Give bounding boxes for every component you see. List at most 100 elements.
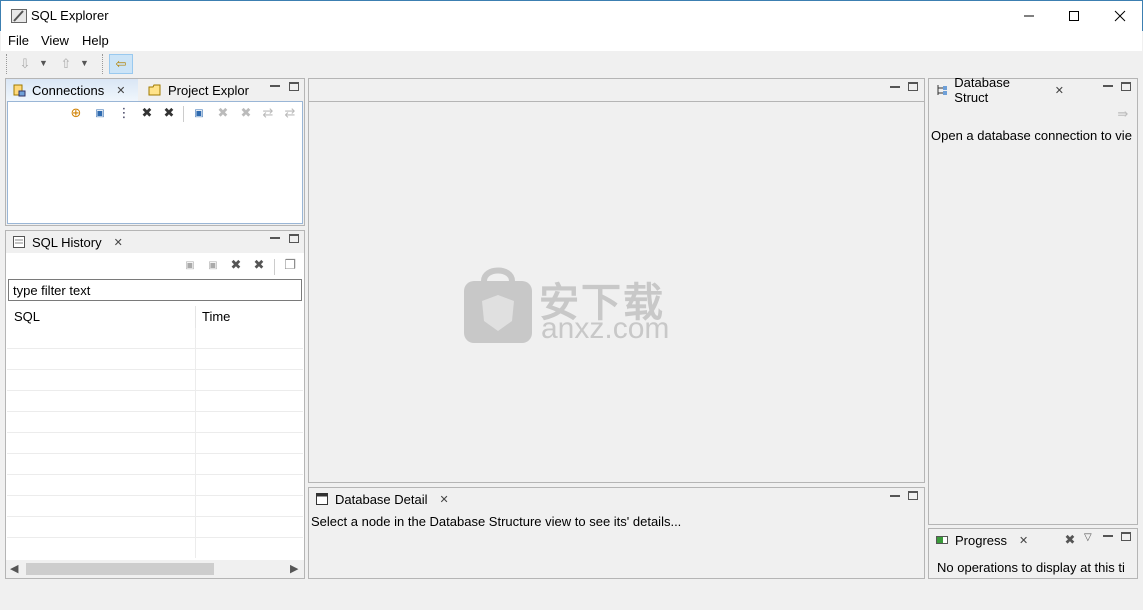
toolbar-grip	[6, 54, 8, 74]
sql-editor-icon[interactable]: ▣	[190, 105, 208, 121]
toolbar-separator	[274, 259, 275, 275]
close-tab-icon[interactable]: ✕	[440, 493, 449, 506]
menu-help[interactable]: Help	[82, 33, 109, 48]
table-row[interactable]	[7, 412, 303, 433]
clear-history-icon[interactable]: ✖	[250, 257, 268, 273]
table-row[interactable]	[7, 454, 303, 475]
column-divider[interactable]	[195, 306, 196, 328]
tab-connections[interactable]: Connections ✕	[6, 79, 138, 101]
table-row[interactable]	[7, 328, 303, 349]
minimize-icon	[1024, 15, 1034, 17]
progress-panel: Progress ✕ ✖ ▽ No operations to display …	[928, 528, 1138, 579]
maximize-view-button[interactable]	[1121, 532, 1131, 541]
title-bar: SQL Explorer	[0, 0, 1143, 31]
tab-connections-label: Connections	[32, 82, 105, 98]
maximize-icon	[1069, 11, 1079, 21]
remove-icon[interactable]: ✖	[227, 257, 245, 273]
scroll-right-icon[interactable]: ▶	[290, 562, 298, 575]
back-arrow-icon[interactable]: ⇦	[109, 54, 133, 74]
tab-sql-history[interactable]: SQL History ✕	[6, 231, 146, 253]
tab-database-structure[interactable]: Database Struct ✕	[929, 75, 1064, 105]
maximize-view-button[interactable]	[908, 82, 918, 91]
connections-view: ⊕ ▣ ⋮ ✖ ✖ ▣ ✖ ✖ ⇄ ⇄	[7, 101, 303, 224]
view-menu-icon[interactable]: ▽	[1084, 532, 1092, 543]
link-with-editor-icon[interactable]: ⇛	[1114, 106, 1132, 122]
table-row[interactable]	[7, 391, 303, 412]
minimize-button[interactable]	[1006, 1, 1052, 31]
tab-sql-history-label: SQL History	[32, 234, 102, 250]
maximize-view-button[interactable]	[289, 82, 299, 91]
append-to-editor-icon[interactable]: ▣	[204, 257, 222, 273]
close-button[interactable]	[1097, 1, 1143, 31]
close-tab-icon[interactable]: ✕	[114, 236, 123, 249]
maximize-button[interactable]	[1051, 1, 1097, 31]
rollback-icon[interactable]: ⇄	[281, 105, 299, 121]
database-detail-message: Select a node in the Database Structure …	[311, 514, 682, 529]
import-icon[interactable]: ⇩	[16, 56, 34, 72]
maximize-view-button[interactable]	[1121, 82, 1131, 91]
history-icon	[13, 236, 25, 248]
progress-icon	[936, 536, 948, 544]
watermark-logo	[462, 265, 534, 345]
tree-icon[interactable]: ⋮	[115, 105, 133, 121]
window-title: SQL Explorer	[31, 8, 109, 23]
new-sql-icon[interactable]: ▣	[91, 105, 109, 121]
new-connection-icon[interactable]: ⊕	[67, 105, 85, 121]
maximize-view-button[interactable]	[289, 234, 299, 243]
database-structure-panel: Database Struct ✕ ⇛ Open a database conn…	[928, 75, 1138, 525]
close-all-icon[interactable]: ✖	[237, 105, 255, 121]
scrollbar-thumb[interactable]	[26, 563, 214, 575]
sql-history-view: ▣ ▣ ✖ ✖ ❐ SQL Time ◀ ▶	[6, 253, 304, 578]
table-row[interactable]	[7, 517, 303, 538]
minimize-view-button[interactable]	[890, 495, 900, 497]
sql-history-panel: SQL History ✕ ▣ ▣ ✖ ✖ ❐ SQL Time	[5, 230, 305, 579]
menu-file[interactable]: File	[8, 33, 29, 48]
menu-view[interactable]: View	[41, 33, 69, 48]
table-row[interactable]	[7, 370, 303, 391]
tab-progress-label: Progress	[955, 532, 1008, 548]
minimize-view-button[interactable]	[890, 86, 900, 88]
column-header-time[interactable]: Time	[202, 309, 230, 324]
maximize-view-button[interactable]	[908, 491, 918, 500]
toolbar-separator	[102, 54, 104, 74]
shopping-bag-icon	[464, 267, 532, 343]
table-row[interactable]	[7, 496, 303, 517]
scroll-left-icon[interactable]: ◀	[10, 562, 18, 575]
chevron-down-icon[interactable]: ▼	[80, 58, 89, 68]
filter-input[interactable]	[8, 279, 302, 301]
horizontal-scrollbar[interactable]: ◀ ▶	[6, 560, 304, 578]
minimize-view-button[interactable]	[1103, 535, 1113, 537]
connections-icon	[13, 84, 26, 97]
export-icon[interactable]: ⇧	[57, 56, 75, 72]
table-row[interactable]	[7, 475, 303, 496]
close-connection-icon[interactable]: ✖	[214, 105, 232, 121]
column-header-sql[interactable]: SQL	[14, 309, 40, 324]
minimize-view-button[interactable]	[1103, 85, 1113, 87]
table-row[interactable]	[7, 433, 303, 454]
menu-bar: File View Help	[1, 31, 1142, 51]
close-tab-icon[interactable]: ✕	[1055, 84, 1064, 97]
database-structure-message: Open a database connection to vie	[931, 128, 1132, 143]
disconnect-all-icon[interactable]: ✖	[138, 105, 156, 121]
tab-database-detail[interactable]: Database Detail ✕	[309, 488, 449, 510]
tab-progress[interactable]: Progress ✕	[929, 529, 1029, 551]
close-tab-icon[interactable]: ✕	[116, 84, 125, 97]
tab-project-explorer[interactable]: Project Explor	[142, 79, 250, 101]
main-toolbar: ⇩ ▼ ⇧ ▼ ⇦	[1, 51, 1142, 77]
tree-icon	[937, 85, 947, 95]
delete-icon[interactable]: ✖	[160, 105, 178, 121]
copy-icon[interactable]: ❐	[281, 257, 299, 273]
close-tab-icon[interactable]: ✕	[1019, 534, 1028, 547]
table-row[interactable]	[7, 349, 303, 370]
open-in-editor-icon[interactable]: ▣	[181, 257, 199, 273]
minimize-view-button[interactable]	[270, 85, 280, 87]
remove-all-finished-icon[interactable]: ✖	[1061, 532, 1079, 548]
toolbar-separator	[183, 106, 184, 122]
chevron-down-icon[interactable]: ▼	[39, 58, 48, 68]
tab-database-structure-label: Database Struct	[954, 75, 1010, 105]
app-icon	[11, 9, 27, 23]
editor-area: 安下载 anxz.com	[308, 78, 925, 483]
database-detail-icon	[316, 493, 328, 505]
minimize-view-button[interactable]	[270, 237, 280, 239]
commit-icon[interactable]: ⇄	[259, 105, 277, 121]
